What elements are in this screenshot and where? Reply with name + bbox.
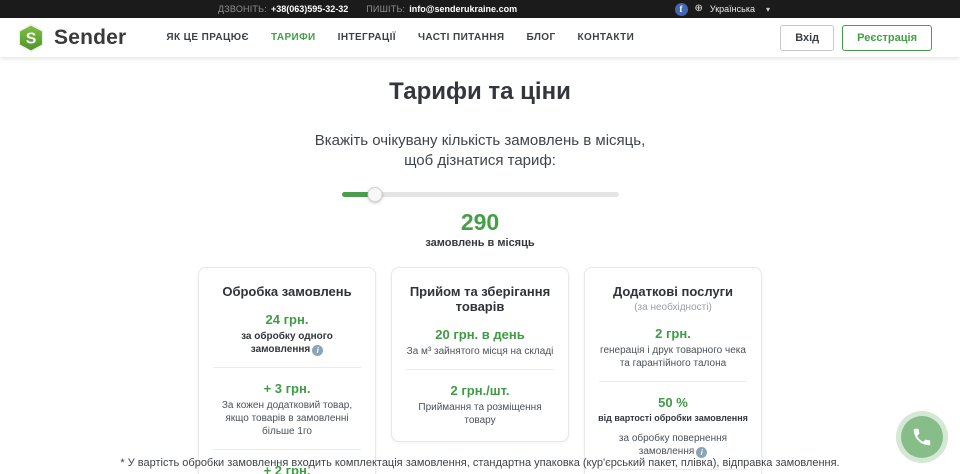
orders-count-caption: замовлень в місяць [0, 237, 960, 249]
topbar-contacts: ДЗВОНІТЬ: +38(063)595-32-32 ПИШІТЬ: info… [218, 4, 517, 14]
divider [599, 469, 747, 470]
slider-prompt: Вкажіть очікувану кількість замовлень в … [0, 131, 960, 172]
logo[interactable]: S Sender [16, 23, 126, 53]
call-label: ДЗВОНІТЬ: [218, 4, 267, 14]
nav-item-faq[interactable]: ЧАСТІ ПИТАННЯ [418, 32, 505, 43]
nav-item-contacts[interactable]: КОНТАКТИ [578, 32, 635, 43]
header-actions: Вхід Реєстрація [780, 25, 932, 51]
price-description: за обробку повернення замовленняi [595, 432, 751, 459]
logo-icon: S [16, 23, 46, 53]
price: 50 % [595, 395, 751, 410]
svg-text:S: S [26, 30, 37, 47]
nav-item-how-it-works[interactable]: ЯК ЦЕ ПРАЦЮЄ [166, 32, 249, 43]
topbar-right: f ⊕ Українська ▾ [675, 3, 770, 16]
slider-thumb[interactable] [367, 187, 382, 202]
language-selector[interactable]: Українська [710, 4, 755, 14]
info-icon[interactable]: i [312, 345, 323, 356]
pricing-card-order-processing: Обробка замовлень 24 грн. за обробку одн… [198, 267, 376, 474]
price-description-text: за обробку повернення замовлення [619, 433, 727, 457]
write-label: ПИШІТЬ: [366, 4, 405, 14]
price: 24 грн. [209, 312, 365, 327]
nav-item-tariffs[interactable]: ТАРИФИ [271, 32, 316, 43]
price-description: За м³ зайнятого місця на складі [402, 345, 558, 358]
orders-slider[interactable] [342, 187, 619, 202]
pricing-card-storage: Прийом та зберігання товарів 20 грн. в д… [391, 267, 569, 442]
callback-button[interactable] [896, 411, 948, 463]
topbar: ДЗВОНІТЬ: +38(063)595-32-32 ПИШІТЬ: info… [0, 0, 960, 18]
slider-prompt-line1: Вкажіть очікувану кількість замовлень в … [315, 132, 646, 149]
price-description: від вартості обробки замовлення [595, 413, 751, 423]
page: ДЗВОНІТЬ: +38(063)595-32-32 ПИШІТЬ: info… [0, 0, 960, 474]
price-description: Приймання та розміщення товару [402, 401, 558, 427]
main-content: Тарифи та ціни Вкажіть очікувану кількіс… [0, 78, 960, 474]
price: 20 грн. в день [402, 327, 558, 342]
card-subtitle: (за необхідності) [595, 302, 751, 313]
price-description: за обробку одного замовленняi [209, 330, 365, 357]
pricing-card-additional-services: Додаткові послуги (за необхідності) 2 гр… [584, 267, 762, 474]
register-button[interactable]: Реєстрація [842, 25, 932, 51]
price: 2 грн./шт. [402, 383, 558, 398]
page-title: Тарифи та ціни [0, 78, 960, 106]
footnote: * У вартість обробки замовлення входить … [0, 457, 960, 469]
email-link[interactable]: info@senderukraine.com [409, 4, 517, 14]
facebook-icon[interactable]: f [675, 3, 688, 16]
header: S Sender ЯК ЦЕ ПРАЦЮЄ ТАРИФИ ІНТЕГРАЦІЇ … [0, 18, 960, 57]
nav-item-integrations[interactable]: ІНТЕГРАЦІЇ [338, 32, 396, 43]
price: + 3 грн. [209, 381, 365, 396]
chevron-down-icon[interactable]: ▾ [766, 5, 770, 14]
brand-name: Sender [54, 26, 126, 50]
orders-count-value: 290 [0, 209, 960, 236]
main-nav: ЯК ЦЕ ПРАЦЮЄ ТАРИФИ ІНТЕГРАЦІЇ ЧАСТІ ПИТ… [166, 32, 634, 43]
login-button[interactable]: Вхід [780, 25, 834, 51]
card-title: Додаткові послуги [595, 284, 751, 299]
divider [599, 381, 747, 382]
phone-link[interactable]: +38(063)595-32-32 [271, 4, 348, 14]
card-title: Обробка замовлень [209, 284, 365, 299]
price-description: За кожен додатковий товар, якщо товарів … [209, 399, 365, 438]
slider-track[interactable] [342, 192, 619, 197]
nav-item-blog[interactable]: БЛОГ [527, 32, 556, 43]
divider [406, 369, 554, 370]
slider-prompt-line2: щоб дізнатися тариф: [404, 152, 556, 169]
divider [213, 449, 361, 450]
price: 2 грн. [595, 326, 751, 341]
callback-button-inner [901, 416, 943, 458]
globe-icon: ⊕ [695, 4, 703, 14]
price-description: генерація і друк товарного чека та гаран… [595, 344, 751, 370]
card-title: Прийом та зберігання товарів [402, 284, 558, 314]
divider [213, 367, 361, 368]
pricing-cards: Обробка замовлень 24 грн. за обробку одн… [0, 267, 960, 474]
phone-icon [911, 426, 933, 448]
